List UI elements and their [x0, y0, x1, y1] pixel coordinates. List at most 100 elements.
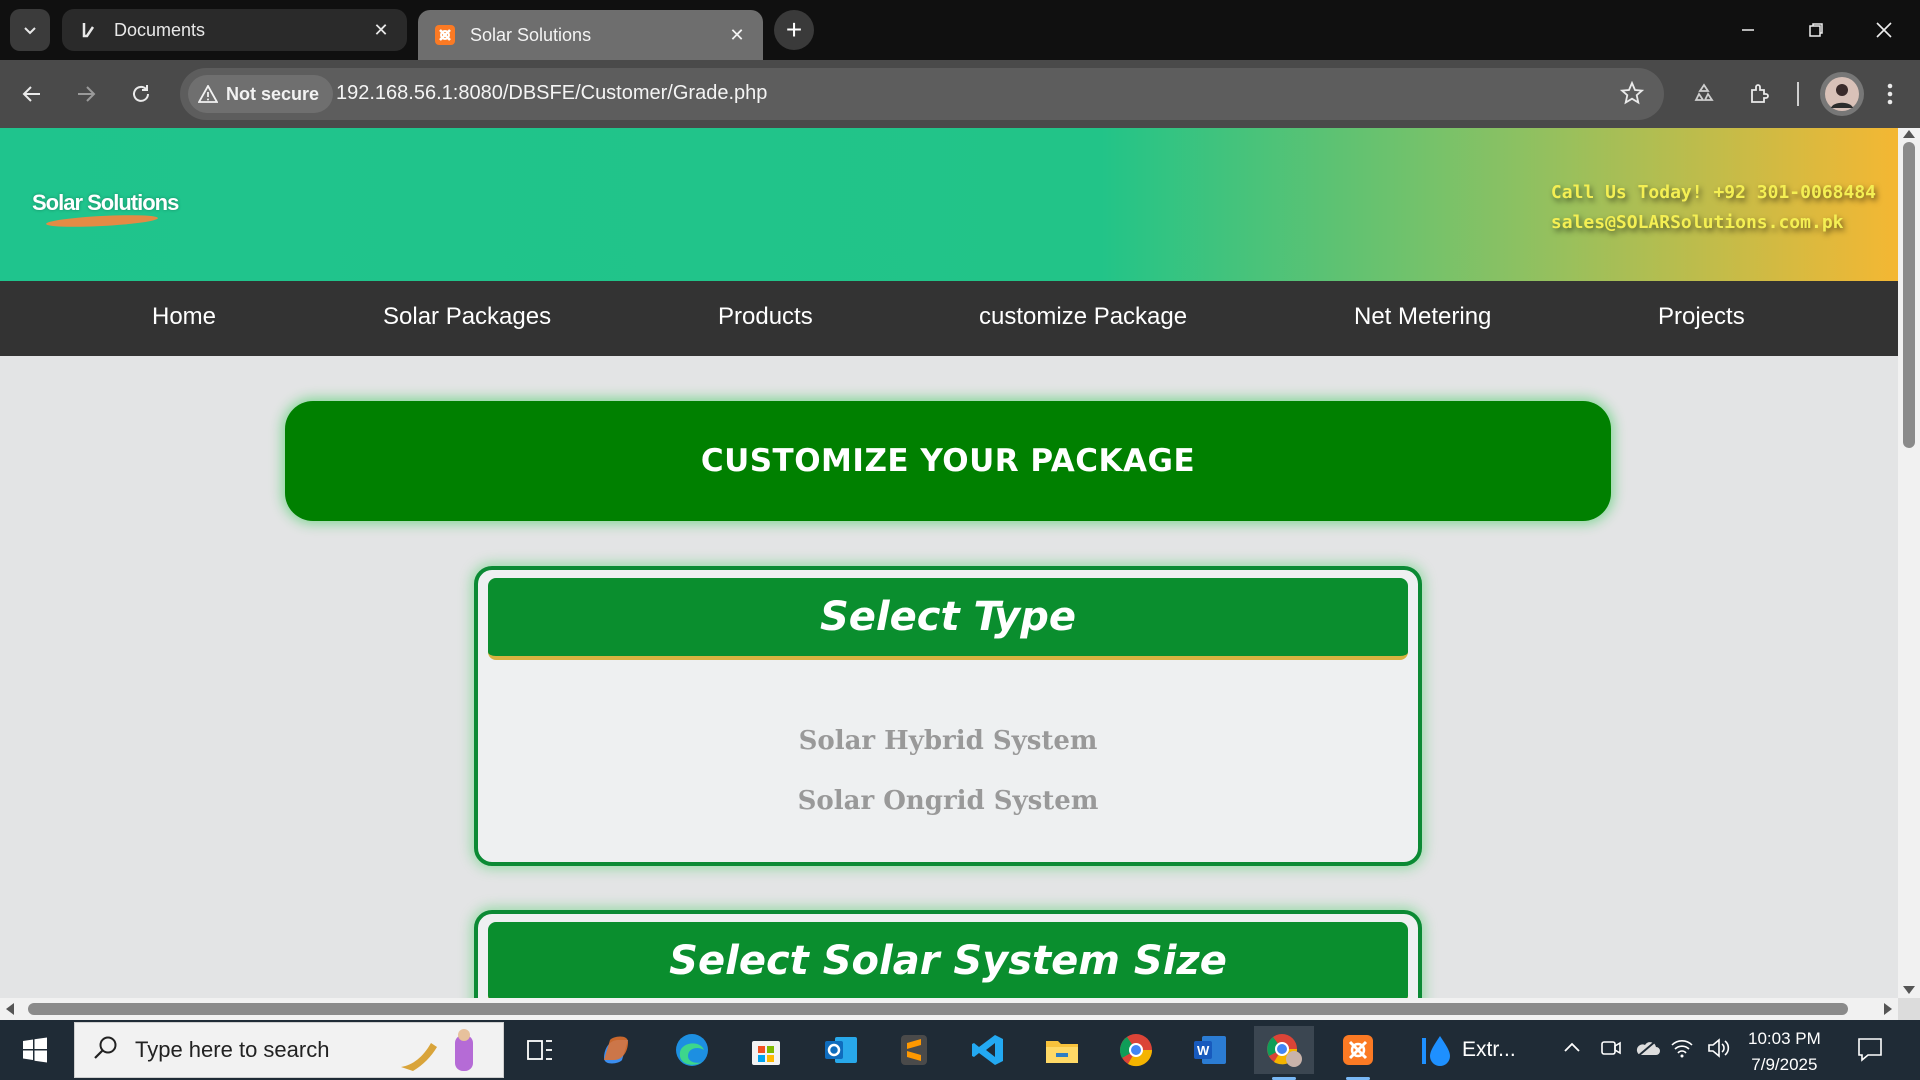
task-view-icon[interactable]: [510, 1026, 570, 1074]
nav-home[interactable]: Home: [152, 303, 216, 331]
nav-projects[interactable]: Projects: [1658, 303, 1745, 331]
security-chip[interactable]: Not secure: [188, 75, 334, 113]
minimize-button[interactable]: [1714, 0, 1782, 60]
address-bar[interactable]: Not secure 192.168.56.1:8080/DBSFE/Custo…: [180, 68, 1664, 120]
wifi-icon[interactable]: [1670, 1037, 1694, 1064]
close-icon[interactable]: ✕: [369, 18, 393, 42]
word-icon[interactable]: W: [1180, 1026, 1240, 1074]
clock-time: 10:03 PM: [1748, 1029, 1821, 1048]
microsoft-store-icon[interactable]: [736, 1026, 796, 1074]
scroll-up-arrow[interactable]: [1903, 130, 1915, 138]
horizontal-scroll-thumb[interactable]: [28, 1003, 1848, 1015]
bookmark-star-icon[interactable]: [1619, 80, 1645, 110]
tray-chevron-up-icon[interactable]: [1562, 1038, 1582, 1063]
system-clock[interactable]: 10:03 PM 7/9/2025: [1748, 1026, 1821, 1078]
page-title-banner: CUSTOMIZE YOUR PACKAGE: [285, 401, 1611, 521]
page-viewport: Solar Solutions Call Us Today! +92 301-0…: [0, 128, 1898, 998]
reload-icon: [133, 85, 149, 102]
taskbar: Type here to search W Extr... 10:03 PM 7…: [0, 1020, 1920, 1080]
edge-icon[interactable]: [662, 1026, 722, 1074]
tab-documents[interactable]: Documents ✕: [62, 9, 407, 51]
svg-text:W: W: [1197, 1043, 1210, 1058]
warning-icon: [198, 85, 218, 103]
nav-products[interactable]: Products: [718, 303, 813, 331]
select-size-title: Select Solar System Size: [669, 938, 1227, 984]
documents-favicon-icon: [78, 19, 100, 41]
volume-icon[interactable]: [1706, 1037, 1732, 1064]
tab-title: Solar Solutions: [470, 24, 592, 45]
browser-tab-bar: Documents ✕ Solar Solutions ✕ +: [0, 0, 1920, 60]
meet-now-icon[interactable]: [1600, 1037, 1622, 1064]
logo-swoosh: [45, 213, 159, 229]
arrow-right-icon: [78, 86, 96, 102]
select-type-header: Select Type: [488, 578, 1408, 660]
recycle-extension-icon[interactable]: [1686, 76, 1722, 112]
windows-logo-icon: [23, 1037, 47, 1063]
onedrive-icon[interactable]: [1634, 1037, 1660, 1064]
page-title: CUSTOMIZE YOUR PACKAGE: [700, 443, 1196, 479]
search-icon: [93, 1035, 119, 1066]
water-drop-icon: [1422, 1036, 1450, 1066]
scroll-down-arrow[interactable]: [1903, 986, 1915, 994]
contact-phone: Call Us Today! +92 301-0068484: [1550, 182, 1876, 203]
copilot-icon[interactable]: [586, 1026, 646, 1074]
scroll-right-arrow[interactable]: [1884, 1003, 1892, 1015]
profile-avatar[interactable]: [1820, 72, 1864, 116]
minimize-icon: [1742, 29, 1754, 31]
search-placeholder: Type here to search: [135, 1037, 330, 1062]
file-explorer-icon[interactable]: [1032, 1026, 1092, 1074]
start-button[interactable]: [0, 1020, 70, 1080]
close-window-button[interactable]: [1850, 0, 1918, 60]
vscode-icon[interactable]: [958, 1026, 1018, 1074]
site-nav: Home Solar Packages Products customize P…: [0, 281, 1898, 356]
taskbar-search[interactable]: Type here to search: [74, 1022, 504, 1078]
close-icon[interactable]: ✕: [725, 23, 749, 47]
option-solar-hybrid[interactable]: Solar Hybrid System: [478, 726, 1418, 756]
outlook-icon[interactable]: [811, 1026, 871, 1074]
option-solar-ongrid[interactable]: Solar Ongrid System: [478, 786, 1418, 816]
xampp-icon[interactable]: [1328, 1026, 1388, 1080]
select-type-title: Select Type: [819, 594, 1077, 640]
clock-date: 7/9/2025: [1751, 1055, 1818, 1074]
nav-customize-package[interactable]: customize Package: [979, 303, 1187, 331]
site-logo[interactable]: Solar Solutions: [32, 190, 182, 236]
extra-app-label: Extr...: [1462, 1038, 1516, 1061]
restore-button[interactable]: [1782, 0, 1850, 60]
search-highlight-art-icon: [395, 1027, 495, 1080]
xampp-favicon-icon: [434, 24, 456, 46]
tab-title: Documents: [114, 19, 206, 40]
select-size-header: Select Solar System Size: [488, 922, 1408, 998]
new-tab-button[interactable]: +: [774, 10, 814, 50]
back-button[interactable]: [14, 76, 50, 112]
vertical-scrollbar[interactable]: [1898, 128, 1920, 998]
tab-search-button[interactable]: [10, 9, 50, 51]
sublime-text-icon[interactable]: [884, 1026, 944, 1074]
extensions-puzzle-icon[interactable]: [1742, 76, 1778, 112]
notification-center-icon[interactable]: [1856, 1036, 1884, 1067]
chrome-profile-icon[interactable]: [1254, 1026, 1314, 1080]
site-header: Solar Solutions Call Us Today! +92 301-0…: [0, 128, 1898, 281]
forward-button[interactable]: [68, 76, 104, 112]
select-size-card: Select Solar System Size: [474, 910, 1422, 998]
avatar-icon: [1825, 77, 1859, 111]
logo-text: Solar Solutions: [32, 190, 179, 215]
select-type-card: Select Type Solar Hybrid System Solar On…: [474, 566, 1422, 866]
menu-kebab-icon[interactable]: [1872, 76, 1908, 112]
security-label: Not secure: [226, 83, 320, 104]
horizontal-scrollbar[interactable]: [0, 998, 1898, 1020]
chevron-down-icon: [24, 27, 36, 35]
reload-button[interactable]: [123, 76, 159, 112]
scrollbar-corner: [1898, 998, 1920, 1020]
restore-icon: [1809, 23, 1823, 37]
plus-icon: +: [785, 14, 803, 45]
contact-email[interactable]: sales@SOLARSolutions.com.pk: [1551, 208, 1876, 238]
scroll-left-arrow[interactable]: [6, 1003, 14, 1015]
nav-solar-packages[interactable]: Solar Packages: [383, 303, 551, 331]
close-icon: [1876, 22, 1892, 38]
tab-solar-solutions[interactable]: Solar Solutions ✕: [418, 10, 763, 60]
nav-net-metering[interactable]: Net Metering: [1354, 303, 1491, 331]
vertical-scroll-thumb[interactable]: [1903, 142, 1915, 448]
chrome-icon[interactable]: [1106, 1026, 1166, 1074]
url-text[interactable]: 192.168.56.1:8080/DBSFE/Customer/Grade.p…: [336, 82, 767, 105]
extra-app-button[interactable]: Extr...: [1420, 1026, 1520, 1074]
